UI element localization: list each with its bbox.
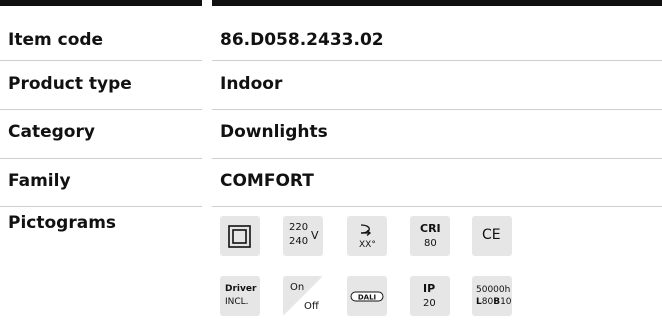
beam-angle-icon: XX°	[347, 216, 387, 256]
row-divider	[212, 206, 662, 207]
lifetime-rating: L80B10	[476, 297, 512, 307]
cri-label: CRI	[420, 222, 441, 235]
ip-rating-icon: IP 20	[410, 276, 450, 316]
spec-value: COMFORT	[220, 171, 314, 191]
ce-mark-text: CE	[482, 227, 501, 243]
cri-icon: CRI 80	[410, 216, 450, 256]
spec-label: Product type	[8, 74, 132, 94]
ip-label: IP	[423, 282, 436, 295]
spec-label: Category	[8, 122, 95, 142]
on-off-icon: On Off	[283, 276, 323, 316]
row-divider	[0, 206, 202, 207]
dali-text: DALI	[358, 294, 376, 302]
beam-angle-value: XX°	[359, 240, 376, 250]
class-ii-icon	[220, 216, 260, 256]
voltage-bottom: 240	[289, 236, 309, 247]
lifetime-icon: 50000h L80B10	[472, 276, 512, 316]
cri-value: 80	[424, 238, 437, 249]
table-top-rule-right	[212, 0, 662, 6]
spec-row-item-code: Item code 86.D058.2433.02	[0, 8, 662, 60]
spec-value: Indoor	[220, 74, 283, 94]
ce-mark-icon: CE	[472, 216, 512, 256]
dali-icon: DALI	[347, 276, 387, 316]
on-label: On	[290, 282, 305, 293]
spec-row-family: Family COMFORT	[0, 159, 662, 207]
driver-included-icon: Driver INCL.	[220, 276, 260, 316]
off-label: Off	[304, 301, 319, 312]
driver-included-label: INCL.	[225, 297, 249, 307]
driver-label: Driver	[225, 284, 257, 294]
spec-value: 86.D058.2433.02	[220, 30, 384, 50]
voltage-top: 220	[289, 222, 309, 233]
ip-value: 20	[423, 298, 436, 309]
lifetime-hours: 50000h	[476, 285, 511, 295]
voltage-unit: V	[311, 229, 319, 242]
spec-label: Item code	[8, 30, 104, 50]
pictograms-label: Pictograms	[8, 213, 117, 233]
spec-row-category: Category Downlights	[0, 110, 662, 159]
voltage-icon: 220 240 V	[283, 216, 323, 256]
spec-row-product-type: Product type Indoor	[0, 61, 662, 110]
spec-value: Downlights	[220, 122, 328, 142]
spec-label: Family	[8, 171, 71, 191]
table-top-rule-left	[0, 0, 202, 6]
